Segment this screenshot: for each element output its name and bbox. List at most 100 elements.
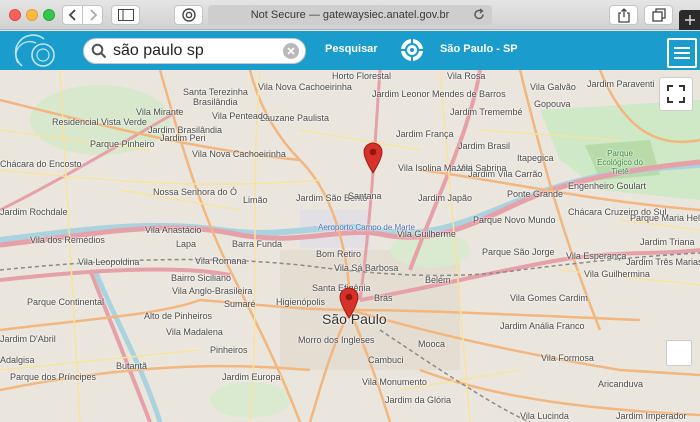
map-label: Jardim Europa	[222, 372, 281, 382]
search-box[interactable]	[83, 38, 306, 64]
minimize-window-button[interactable]	[26, 9, 38, 21]
map-label: Jardim D'Abril	[0, 334, 56, 344]
map-label: Vila Rosa	[447, 71, 486, 81]
current-location-label[interactable]: São Paulo - SP	[440, 43, 518, 55]
map-label: Parque São Jorge	[482, 247, 555, 257]
map-label: Jardim Rochdale	[0, 207, 68, 217]
map-label: Vila Lucinda	[520, 411, 569, 421]
map-label: Vila Romana	[195, 256, 247, 266]
map-label: Vila Galvão	[530, 82, 576, 92]
map-marker-icon[interactable]	[339, 287, 359, 319]
privacy-icon	[181, 8, 196, 22]
map-label-park: Parque Ecológico do Tietê	[597, 149, 643, 176]
map-label: Santa Terezinha	[183, 87, 248, 97]
map-label: Vila Sabrina	[458, 163, 507, 173]
map-label: Bom Retiro	[316, 249, 362, 259]
show-tabs-button[interactable]	[644, 5, 673, 25]
privacy-report-button[interactable]	[174, 5, 203, 25]
browser-toolbar: Not Secure — gatewaysiec.anatel.gov.br	[0, 0, 700, 30]
map-label: Jardim Peri	[160, 133, 206, 143]
map-label: Vila Guilherme	[397, 229, 456, 239]
map-label: Aricanduva	[598, 379, 644, 389]
map-label: Vila Madalena	[166, 327, 223, 337]
app-header: Pesquisar São Paulo - SP	[0, 31, 700, 70]
map-label: Santana	[348, 191, 382, 201]
map-label: Pinheiros	[210, 345, 248, 355]
map-label: Chácara do Encosto	[0, 159, 82, 169]
map-label: Parque Novo Mundo	[473, 215, 556, 225]
back-icon	[68, 9, 76, 21]
map-label: Jardim Brasil	[458, 141, 511, 151]
forward-button[interactable]	[82, 5, 103, 25]
map-label: Lapa	[176, 239, 197, 249]
map-label: Morro dos Ingleses	[298, 335, 375, 345]
back-button[interactable]	[62, 5, 83, 25]
map-label: Gopouva	[534, 99, 571, 109]
map-label: Bairro Siciliano	[171, 273, 232, 283]
hamburger-icon	[674, 57, 690, 59]
share-icon	[617, 7, 630, 23]
share-button[interactable]	[609, 5, 638, 25]
map-label: Parque Maria Helena	[630, 213, 700, 223]
map-label: Vila Penteado	[212, 111, 268, 121]
map-label: Alto de Pinheiros	[144, 311, 213, 321]
sidebar-button[interactable]	[111, 5, 140, 25]
search-button[interactable]: Pesquisar	[325, 43, 378, 55]
map-label: Horto Florestal	[332, 71, 392, 81]
anatel-logo-icon	[14, 34, 55, 67]
map-label: Vila Nova Cachoeirinha	[192, 149, 286, 159]
locate-icon[interactable]	[400, 38, 424, 62]
map-label: Vila Formosa	[541, 353, 594, 363]
map-label: Butantã	[116, 361, 148, 371]
map-label: Vila Esperança	[566, 251, 627, 261]
map-label: Vila Monumento	[362, 377, 427, 387]
map-label: Residencial Vista Verde	[52, 117, 147, 127]
map-label: Vila Sá Barbosa	[334, 263, 399, 273]
fullscreen-button[interactable]	[659, 77, 693, 111]
map-label: Vila Mirante	[136, 107, 184, 117]
new-tab-icon	[684, 15, 695, 25]
map-label: Vila Guilhermina	[584, 269, 650, 279]
clear-search-button[interactable]	[283, 43, 299, 59]
address-bar[interactable]: Not Secure — gatewaysiec.anatel.gov.br	[208, 5, 492, 25]
map-label: Jardim Triana	[640, 237, 695, 247]
map-label: Jardim Paraventi	[587, 79, 655, 89]
reload-icon[interactable]	[473, 8, 485, 21]
map-label: Jardim Tremembé	[450, 107, 523, 117]
hamburger-icon	[674, 52, 690, 54]
map-label: Vila Leopoldina	[78, 257, 140, 267]
map-label: Vila Nova Cachoeirinha	[258, 82, 352, 92]
map-label: Brás	[374, 293, 393, 303]
map-label: Jardim da Glória	[385, 395, 452, 405]
close-icon	[287, 47, 295, 55]
forward-icon	[89, 9, 97, 21]
tabs-icon	[651, 8, 666, 22]
new-tab-button[interactable]	[679, 10, 700, 30]
map-label: Brasilândia	[193, 97, 238, 107]
map-label: Barra Funda	[232, 239, 283, 249]
map-label: Parque dos Príncipes	[10, 372, 97, 382]
sidebar-icon	[117, 9, 134, 21]
map-label: Jardim Anália Franco	[500, 321, 585, 331]
close-window-button[interactable]	[9, 9, 21, 21]
map-label: Nossa Senhora do Ó	[153, 187, 238, 197]
map-label: Sumaré	[224, 299, 256, 309]
map-label: Vila Anastácio	[145, 225, 202, 235]
map-label: Engenheiro Goulart	[568, 181, 647, 191]
map-label: Jardim Leonor Mendes de Barros	[372, 89, 506, 99]
address-text: Not Secure — gatewaysiec.anatel.gov.br	[250, 9, 450, 21]
fullscreen-icon	[667, 85, 685, 103]
map-label: Cambuci	[368, 355, 404, 365]
map-label: Parque Pinheiro	[90, 139, 155, 149]
zoom-control[interactable]	[666, 340, 692, 366]
menu-button[interactable]	[667, 38, 697, 68]
zoom-window-button[interactable]	[43, 9, 55, 21]
map-label: Mooca	[418, 339, 446, 349]
map-marker-icon[interactable]	[363, 142, 383, 174]
map-label: Ponte Grande	[507, 189, 564, 199]
map-view[interactable]: Horto Florestal Vila Nova Cachoeirinha V…	[0, 70, 700, 422]
map-label: Itapegica	[517, 153, 554, 163]
map-label: Adalgisa	[0, 355, 35, 365]
search-input[interactable]	[109, 42, 283, 60]
map-label: Vila dos Remédios	[30, 235, 105, 245]
